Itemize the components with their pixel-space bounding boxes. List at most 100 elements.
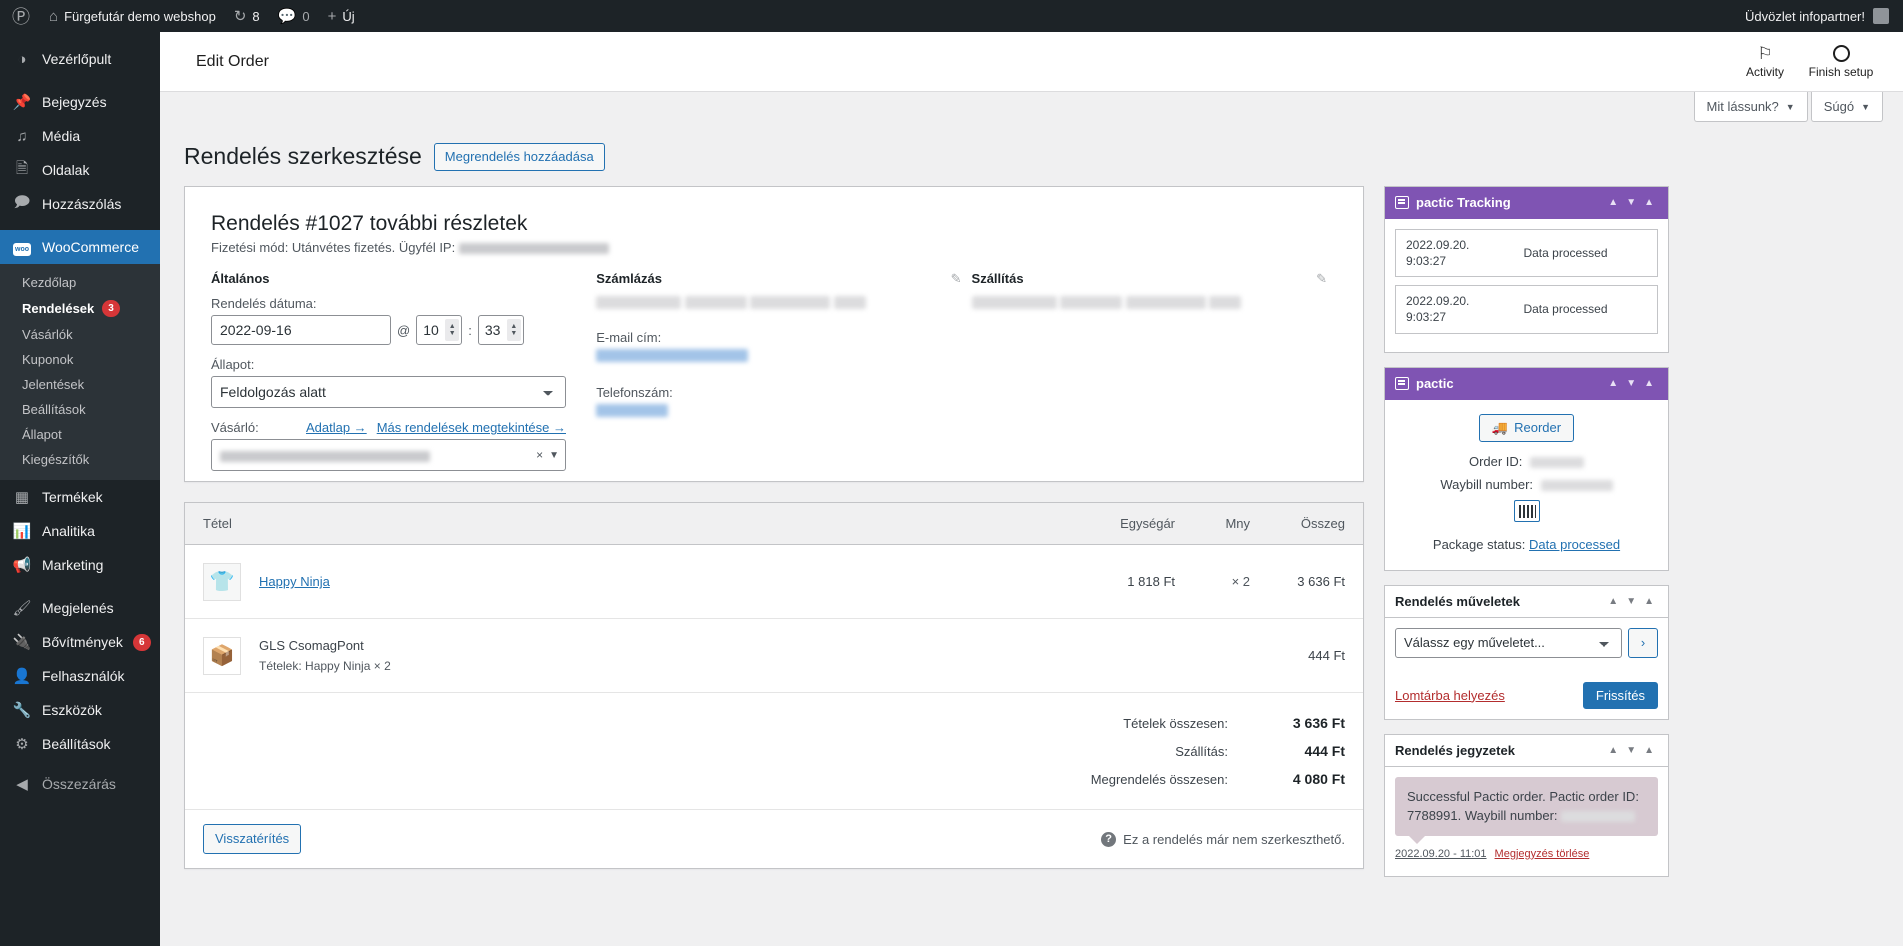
submenu-item-label: Vásárlók: [22, 327, 73, 342]
comments-menu[interactable]: 💬 0: [269, 0, 319, 32]
move-to-trash-link[interactable]: Lomtárba helyezés: [1395, 688, 1505, 703]
order-hour-stepper[interactable]: ▲▼: [416, 315, 463, 346]
customer-select[interactable]: × ▼: [211, 439, 566, 472]
submenu-item-extensions[interactable]: Kiegészítők: [0, 447, 160, 472]
toggle-panel-icon[interactable]: ▲: [1640, 596, 1658, 607]
screen-options-tab[interactable]: Mit lássunk? ▼: [1693, 92, 1808, 122]
update-order-button[interactable]: Frissítés: [1582, 681, 1658, 709]
stepper-arrows-icon[interactable]: ▲ ▼: [506, 319, 521, 342]
order-status-select[interactable]: Feldolgozás alatt: [211, 376, 566, 409]
users-icon: 👤: [12, 668, 32, 685]
sidebar-item-woocommerce[interactable]: woo WooCommerce: [0, 230, 160, 264]
sidebar-item-analytics[interactable]: 📊 Analitika: [0, 514, 160, 548]
submenu-item-coupons[interactable]: Kuponok: [0, 347, 160, 372]
toggle-panel-icon[interactable]: ▲: [1640, 745, 1658, 756]
move-down-icon[interactable]: ▼: [1622, 745, 1640, 756]
toggle-panel-icon[interactable]: ▲: [1640, 197, 1658, 208]
order-actions-footer: Lomtárba helyezés Frissítés: [1385, 681, 1668, 719]
tracking-time: 9:03:27: [1406, 310, 1447, 325]
order-id-value-redacted: [1530, 456, 1585, 468]
apply-action-button[interactable]: ›: [1628, 627, 1658, 658]
submenu-item-status[interactable]: Állapot: [0, 422, 160, 447]
move-down-icon[interactable]: ▼: [1622, 197, 1640, 208]
edit-billing-icon[interactable]: ✎: [951, 271, 962, 287]
billing-title: Számlázás: [596, 271, 662, 287]
toggle-panel-icon[interactable]: ▲: [1640, 378, 1658, 389]
sidebar-item-users[interactable]: 👤 Felhasználók: [0, 659, 160, 693]
dashboard-icon: ◑: [17, 50, 27, 68]
order-minute-stepper[interactable]: ▲▼: [477, 315, 524, 346]
reorder-button[interactable]: 🚚 Reorder: [1478, 413, 1575, 442]
chevron-down-icon[interactable]: ▼: [549, 450, 559, 461]
site-name-menu[interactable]: ⌂ Fürgefutár demo webshop: [40, 0, 225, 32]
table-row[interactable]: 📦 GLS CsomagPont Tételek: Happy Ninja × …: [185, 619, 1363, 694]
help-tab[interactable]: Súgó ▼: [1810, 92, 1883, 122]
activity-button[interactable]: ⚐ Activity: [1727, 45, 1803, 79]
add-order-button[interactable]: Megrendelés hozzáadása: [433, 142, 605, 171]
move-up-icon[interactable]: ▲: [1604, 596, 1622, 607]
order-minute-input[interactable]: [484, 322, 507, 339]
general-column: Általános Rendelés dátuma: @ ▲▼ :: [211, 271, 596, 472]
account-menu[interactable]: Üdvözlet infopartner!: [1745, 8, 1903, 24]
submenu-item-settings[interactable]: Beállítások: [0, 397, 160, 422]
move-up-icon[interactable]: ▲: [1604, 745, 1622, 756]
barcode-icon[interactable]: [1513, 499, 1540, 522]
sidebar-item-comments[interactable]: 🗩 Hozzászólás: [0, 187, 160, 221]
updates-menu[interactable]: ↻ 8: [225, 0, 269, 32]
refund-button[interactable]: Visszatérítés: [203, 824, 302, 855]
sidebar-item-label: Média: [42, 128, 81, 144]
list-item: Successful Pactic order. Pactic order ID…: [1395, 776, 1658, 866]
delete-note-link[interactable]: Megjegyzés törlése: [1495, 848, 1590, 860]
move-up-icon[interactable]: ▲: [1604, 378, 1622, 389]
customer-other-orders-link[interactable]: Más rendelések megtekintése →: [377, 420, 566, 435]
new-content-menu[interactable]: + Új: [319, 0, 364, 32]
billing-name-redacted: [596, 296, 682, 310]
order-action-select[interactable]: Válassz egy műveletet...: [1395, 627, 1622, 658]
shipping-city-redacted: [1060, 296, 1123, 310]
edit-shipping-icon[interactable]: ✎: [1316, 271, 1327, 287]
submenu-item-reports[interactable]: Jelentések: [0, 372, 160, 397]
sidebar-item-label: Vezérlőpult: [42, 51, 112, 67]
tracking-time: 9:03:27: [1406, 254, 1447, 269]
sidebar-item-settings[interactable]: ⚙ Beállítások: [0, 727, 160, 761]
sidebar-item-appearance[interactable]: 🖌 Megjelenés: [0, 591, 160, 625]
sidebar-item-posts[interactable]: 📌 Bejegyzés: [0, 85, 160, 119]
shipping-name-redacted: [971, 296, 1057, 310]
order-hour-input[interactable]: [423, 322, 446, 339]
sidebar-item-dashboard[interactable]: ◑ Vezérlőpult: [0, 42, 160, 76]
clear-customer-icon[interactable]: ×: [530, 448, 549, 462]
sidebar-item-collapse[interactable]: ◀ Összezárás: [0, 767, 160, 801]
finish-setup-button[interactable]: Finish setup: [1803, 44, 1879, 79]
package-status-link[interactable]: Data processed: [1529, 537, 1620, 552]
wordpress-logo-icon[interactable]: Ⓟ: [0, 0, 40, 32]
sidebar-item-media[interactable]: ♫ Média: [0, 119, 160, 153]
customer-profile-link[interactable]: Adatlap →: [306, 420, 367, 435]
move-down-icon[interactable]: ▼: [1622, 378, 1640, 389]
update-icon: ↻: [233, 7, 247, 25]
sidebar-item-label: Megjelenés: [42, 600, 114, 616]
billing-street-redacted: [750, 296, 831, 310]
sidebar-item-products[interactable]: ▦ Termékek: [0, 480, 160, 514]
sidebar-item-marketing[interactable]: 📢 Marketing: [0, 548, 160, 582]
move-up-icon[interactable]: ▲: [1604, 197, 1622, 208]
submenu-item-label: Kuponok: [22, 352, 74, 367]
columns-wrapper: Rendelés #1027 további részletek Fizetés…: [160, 176, 1903, 891]
sidebar-item-pages[interactable]: 🗎 Oldalak: [0, 153, 160, 187]
admin-sidebar: ◑ Vezérlőpult 📌 Bejegyzés ♫ Média 🗎 Olda…: [0, 32, 160, 946]
product-link[interactable]: Happy Ninja: [259, 574, 330, 589]
submenu-item-orders[interactable]: Rendelések 3: [0, 295, 160, 322]
order-actions-panel: Rendelés műveletek ▲ ▼ ▲ Válassz egy műv…: [1384, 584, 1669, 720]
tracking-status: Data processed: [1523, 246, 1608, 261]
sidebar-item-tools[interactable]: 🔧 Eszközök: [0, 693, 160, 727]
move-down-icon[interactable]: ▼: [1622, 596, 1640, 607]
sidebar-item-plugins[interactable]: 🔌 Bővítmények 6: [0, 625, 160, 659]
stepper-arrows-icon[interactable]: ▲ ▼: [445, 319, 460, 342]
submenu-item-customers[interactable]: Vásárlók: [0, 322, 160, 347]
order-date-input[interactable]: [211, 315, 391, 346]
submenu-item-home[interactable]: Kezdőlap: [0, 270, 160, 295]
wc-header-title: Edit Order: [196, 52, 269, 70]
col-total-header: Összeg: [1300, 516, 1345, 532]
pactic-body: 🚚 Reorder Order ID: Waybill number: Pack…: [1385, 400, 1668, 570]
table-row[interactable]: 👕 Happy Ninja 1 818 Ft × 2 3 636 Ft: [185, 545, 1363, 620]
shipping-thumbnail: 📦: [203, 636, 241, 675]
